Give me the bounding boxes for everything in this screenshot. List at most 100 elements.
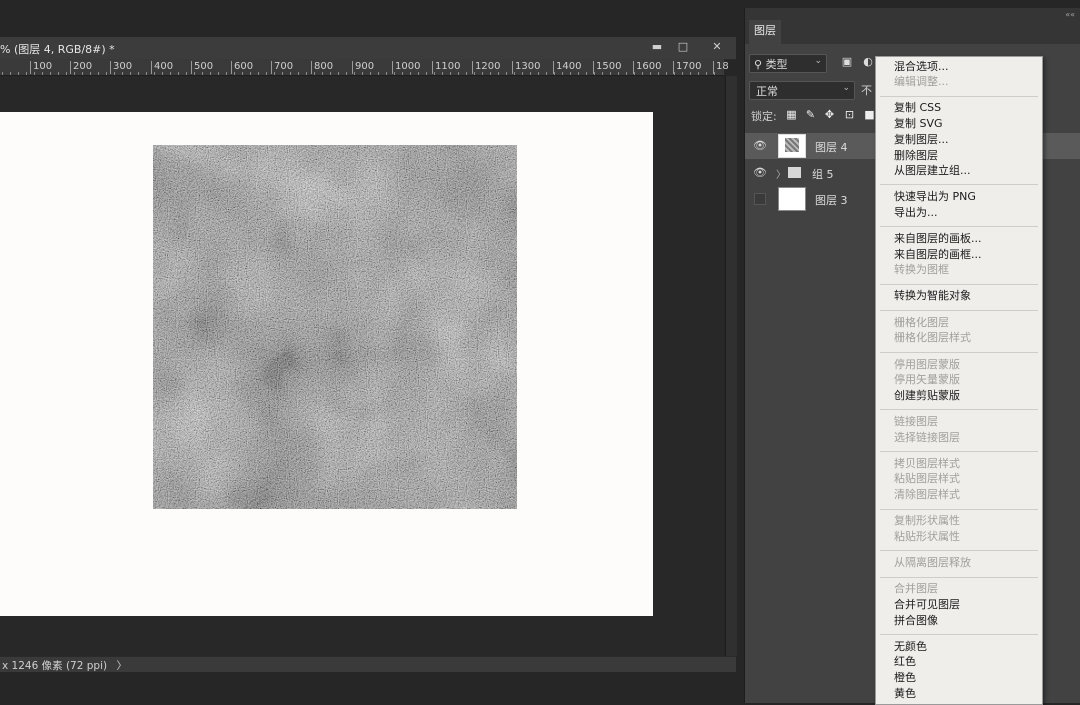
menu-item-convert-to-frame[interactable]: 转换为图框 [894,263,949,277]
menu-item-flatten-image[interactable]: 拼合图像 [894,614,938,628]
chevron-down-icon: ⌄ [842,83,850,93]
ruler-minor-tick [322,72,323,75]
visibility-toggle-off[interactable] [754,193,766,205]
expand-chevron-icon[interactable]: 〉 [776,166,786,181]
ruler-minor-tick [562,72,563,75]
ruler-minor-tick [242,72,243,75]
ruler-minor-tick [18,72,19,75]
ruler-minor-tick [66,72,67,75]
restore-button[interactable]: □ [672,38,694,56]
ruler-minor-tick [98,72,99,75]
menu-item-paste-shape-attributes[interactable]: 粘贴形状属性 [894,530,960,544]
menu-item-orange[interactable]: 橙色 [894,671,916,685]
ruler-minor-tick [314,72,315,75]
horizontal-ruler[interactable]: 100 200 300 400 500 600 700 800 900 1000 1100 1200 1… [0,59,729,76]
layer-name[interactable]: 组 5 [812,166,834,182]
ruler-minor-tick [394,72,395,75]
ruler-minor-tick [50,72,51,75]
ruler-minor-tick [162,72,163,75]
menu-item-copy-shape-attributes[interactable]: 复制形状属性 [894,514,960,528]
menu-item-copy-layer-style[interactable]: 拷贝图层样式 [894,457,960,471]
document-tab[interactable]: % (图层 4, RGB/8#) * ▬ □ ✕ [0,37,736,60]
ruler-minor-tick [258,72,259,75]
layer-name[interactable]: 图层 3 [815,192,848,208]
menu-separator [880,226,1038,227]
ruler-minor-tick [90,72,91,75]
lock-artboard-icon[interactable]: ⊡ [843,108,856,121]
ruler-tick-label: 1100 [432,61,460,74]
visibility-eye-icon[interactable]: 👁 [753,167,767,179]
ruler-minor-tick [690,72,691,75]
ruler-minor-tick [506,72,507,75]
visibility-eye-icon[interactable]: 👁 [753,140,767,152]
vertical-scrollbar[interactable] [725,76,737,656]
document-size-status: x 1246 像素 (72 ppi) 〉 [2,658,127,673]
menu-separator [880,184,1038,185]
panel-collapse-icon[interactable]: «« [1065,10,1075,19]
noise-texture-layer[interactable] [153,145,517,509]
menu-item-no-color[interactable]: 无颜色 [894,640,927,654]
menu-separator [880,96,1038,97]
menu-item-blending-options[interactable]: 混合选项... [894,60,949,74]
layer-name[interactable]: 图层 4 [815,139,848,155]
menu-item-paste-layer-style[interactable]: 粘贴图层样式 [894,472,960,486]
menu-item-release-from-isolation[interactable]: 从隔离图层释放 [894,556,971,570]
ruler-minor-tick [666,72,667,75]
ruler-minor-tick [450,72,451,75]
ruler-minor-tick [26,72,27,75]
lock-position-move-icon[interactable]: ✥ [823,108,836,121]
menu-item-yellow[interactable]: 黄色 [894,687,916,701]
close-button[interactable]: ✕ [706,38,728,56]
menu-item-export-as[interactable]: 导出为... [894,206,938,220]
lock-image-brush-icon[interactable]: ✎ [804,108,817,121]
menu-item-clear-layer-style[interactable]: 清除图层样式 [894,488,960,502]
menu-item-delete-layer[interactable]: 删除图层 [894,149,938,163]
menu-item-frame-from-layers[interactable]: 来自图层的画框... [894,248,982,262]
ruler-minor-tick [346,72,347,75]
ruler-minor-tick [546,72,547,75]
ruler-minor-tick [122,72,123,75]
minimize-button[interactable]: ▬ [646,38,668,56]
ruler-minor-tick [250,72,251,75]
adjustment-filter-icon[interactable]: ◐ [861,55,875,69]
pixel-filter-icon[interactable]: ▣ [840,55,854,69]
lock-transparent-icon[interactable]: ▦ [785,108,798,121]
menu-item-copy-css[interactable]: 复制 CSS [894,101,941,115]
menu-item-rasterize-layer-style[interactable]: 栅格化图层样式 [894,331,971,345]
menu-item-disable-layer-mask[interactable]: 停用图层蒙版 [894,358,960,372]
menu-item-duplicate-layer[interactable]: 复制图层... [894,133,949,147]
menu-item-disable-vector-mask[interactable]: 停用矢量蒙版 [894,373,960,387]
ruler-minor-tick [338,72,339,75]
ruler-minor-tick [210,72,211,75]
opacity-label: 不 [861,84,872,97]
menu-item-convert-to-smart-object[interactable]: 转换为智能对象 [894,289,971,303]
menu-item-red[interactable]: 红色 [894,655,916,669]
ruler-minor-tick [522,72,523,75]
ruler-minor-tick [266,72,267,75]
menu-item-rasterize-layer[interactable]: 栅格化图层 [894,316,949,330]
blend-mode-dropdown[interactable]: 正常 ⌄ [749,81,855,100]
ruler-minor-tick [34,72,35,75]
menu-item-group-from-layers[interactable]: 从图层建立组... [894,164,971,178]
tab-layers[interactable]: 图层 [749,20,781,44]
menu-item-merge-visible[interactable]: 合并可见图层 [894,598,960,612]
menu-item-create-clipping-mask[interactable]: 创建剪贴蒙版 [894,389,960,403]
ruler-minor-tick [218,72,219,75]
ruler-minor-tick [74,72,75,75]
ruler-minor-tick [226,72,227,75]
workspace-bottom [0,672,744,703]
document-title: % (图层 4, RGB/8#) * [0,43,115,56]
lock-label: 锁定: [751,110,777,123]
menu-item-select-linked-layers[interactable]: 选择链接图层 [894,431,960,445]
layer-filter-dropdown[interactable]: ⚲ 类型 ⌄ [749,54,827,73]
ruler-minor-tick [290,72,291,75]
ruler-minor-tick [58,72,59,75]
menu-item-link-layers[interactable]: 链接图层 [894,415,938,429]
menu-item-merge-layers[interactable]: 合并图层 [894,582,938,596]
menu-item-copy-svg[interactable]: 复制 SVG [894,117,943,131]
status-expand-icon[interactable]: 〉 [116,660,127,672]
menu-item-edit-adjustment[interactable]: 编辑调整... [894,75,949,89]
ruler-minor-tick [498,72,499,75]
menu-item-quick-export-png[interactable]: 快速导出为 PNG [894,190,976,204]
menu-item-artboard-from-layers[interactable]: 来自图层的画板... [894,232,982,246]
